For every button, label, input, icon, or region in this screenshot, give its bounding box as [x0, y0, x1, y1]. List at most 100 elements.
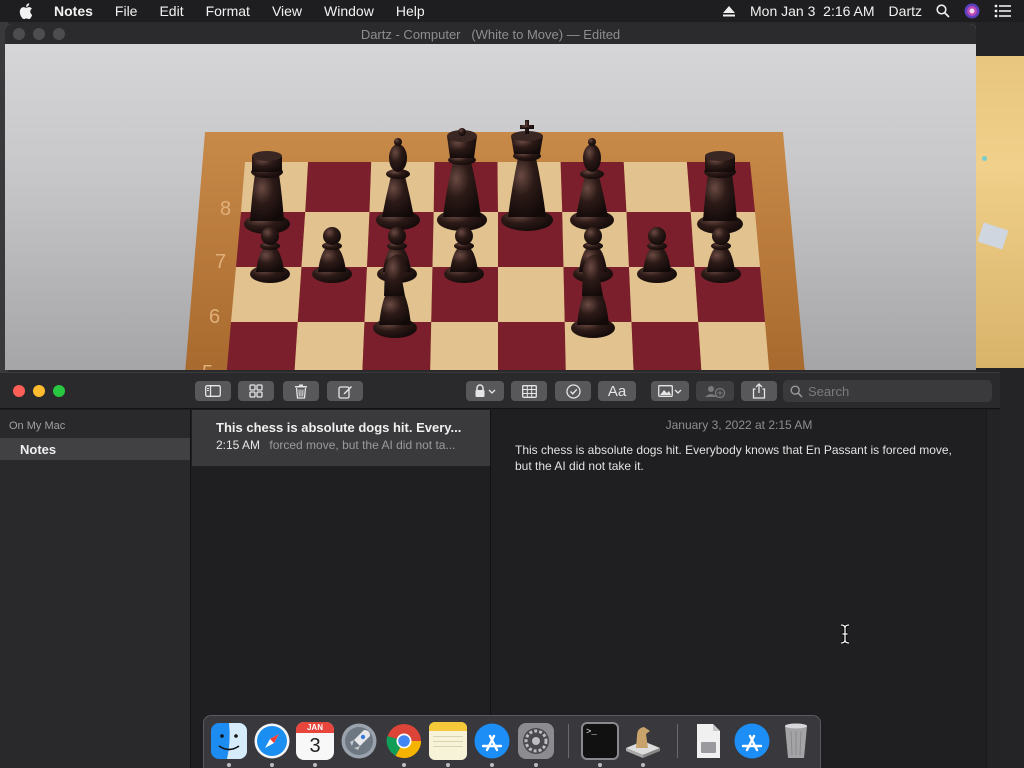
board-square [698, 322, 770, 370]
running-indicator [402, 763, 406, 767]
collaborate-button[interactable] [696, 381, 734, 401]
apple-menu-icon[interactable] [19, 3, 41, 19]
chess-window-title: Dartz - Computer (White to Move) — Edite… [360, 26, 621, 42]
note-date: January 3, 2022 at 2:15 AM [665, 418, 813, 432]
safari-icon[interactable] [253, 722, 291, 760]
sidebar-item-notes[interactable]: Notes [0, 438, 190, 460]
chess-app-icon[interactable] [624, 722, 662, 760]
editor-scrollbar[interactable] [986, 410, 1000, 768]
menu-window[interactable]: Window [313, 3, 385, 19]
sidebar-section-on-my-mac: On My Mac [9, 420, 66, 432]
running-indicator [270, 763, 274, 767]
media-button[interactable] [651, 381, 689, 401]
background-decoration [977, 222, 1009, 250]
board-square [498, 267, 565, 322]
minimize-button[interactable] [33, 385, 45, 397]
menu-app-notes[interactable]: Notes [54, 3, 104, 19]
app-store-icon[interactable] [473, 722, 511, 760]
background-decoration [982, 156, 987, 161]
table-icon [521, 384, 537, 398]
zoom-button[interactable] [53, 385, 65, 397]
compose-note-button[interactable] [327, 381, 363, 401]
lock-note-button[interactable] [466, 381, 504, 401]
share-icon [752, 383, 766, 399]
chess-window-titlebar[interactable]: Dartz - Computer (White to Move) — Edite… [5, 24, 976, 44]
format-text-button[interactable]: Aa [598, 381, 636, 401]
board-square [631, 322, 702, 370]
running-indicator [534, 763, 538, 767]
calendar-month: JAN [296, 722, 334, 733]
list-item[interactable]: This chess is absolute dogs hit. Every..… [192, 410, 490, 466]
eject-icon[interactable] [722, 5, 736, 17]
gallery-view-icon [249, 384, 263, 398]
chess-window[interactable]: Dartz - Computer (White to Move) — Edite… [5, 24, 976, 370]
running-indicator [313, 763, 317, 767]
rank-label-7: 7 [215, 251, 226, 273]
board-square [226, 322, 298, 370]
trash-bin-icon[interactable] [777, 722, 815, 760]
terminal-icon[interactable]: >_ [581, 722, 619, 760]
dock-separator [677, 724, 678, 758]
checklist-button[interactable] [555, 381, 591, 401]
notes-window[interactable]: Aa On My Mac Notes This chess is absolut… [0, 372, 1000, 768]
menu-file[interactable]: File [104, 3, 149, 19]
dock: JAN 3 >_ [203, 715, 821, 768]
siri-icon[interactable] [964, 3, 980, 19]
running-indicator [490, 763, 494, 767]
board-square [498, 322, 566, 370]
running-indicator [227, 763, 231, 767]
rank-label-6: 6 [209, 306, 220, 328]
app-store-download-icon[interactable] [733, 722, 771, 760]
menubar-user[interactable]: Dartz [889, 3, 922, 19]
running-indicator [446, 763, 450, 767]
share-button[interactable] [741, 381, 777, 401]
checklist-icon [565, 383, 581, 399]
document-icon[interactable] [689, 722, 727, 760]
search-input[interactable] [808, 383, 958, 399]
system-preferences-icon[interactable] [517, 722, 555, 760]
board-square [305, 162, 372, 212]
background-window-right-content [976, 56, 1024, 368]
menu-view[interactable]: View [261, 3, 313, 19]
menubar-datetime[interactable]: Mon Jan 3 2:16 AM [750, 3, 875, 19]
board-square [294, 322, 365, 370]
menu-edit[interactable]: Edit [148, 3, 194, 19]
note-body[interactable]: This chess is absolute dogs hit. Everybo… [515, 442, 956, 474]
launchpad-icon[interactable] [340, 722, 378, 760]
gallery-view-button[interactable] [238, 381, 274, 401]
terminal-prompt: >_ [586, 727, 597, 737]
rank-label-8: 8 [220, 198, 231, 220]
rank-label-5: 5 [202, 362, 213, 370]
notes-app-icon[interactable] [429, 722, 467, 760]
calendar-day: 3 [309, 735, 321, 757]
delete-note-button[interactable] [283, 381, 319, 401]
note-snippet: forced move, but the AI did not ta... [269, 438, 456, 452]
notification-center-icon[interactable] [994, 4, 1012, 18]
sidebar-toggle-button[interactable] [195, 381, 231, 401]
menu-help[interactable]: Help [385, 3, 436, 19]
chrome-icon[interactable] [385, 722, 423, 760]
finder-icon[interactable] [210, 722, 248, 760]
table-button[interactable] [511, 381, 547, 401]
spotlight-search-icon[interactable] [936, 4, 950, 18]
chess-board[interactable]: 8 7 6 5 [5, 44, 976, 370]
notes-toolbar: Aa [0, 373, 1000, 409]
close-button[interactable] [13, 385, 25, 397]
sidebar-toggle-icon [205, 385, 221, 397]
running-indicator [641, 763, 645, 767]
board-square [430, 322, 498, 370]
folders-sidebar: On My Mac Notes [0, 410, 191, 768]
search-field[interactable] [783, 380, 992, 402]
running-indicator [598, 763, 602, 767]
trash-icon [295, 384, 307, 399]
board-square [623, 162, 691, 212]
media-icon [658, 385, 682, 397]
menu-format[interactable]: Format [195, 3, 261, 19]
calendar-icon[interactable]: JAN 3 [296, 722, 334, 760]
board-squares [226, 162, 770, 370]
collaborate-icon [705, 386, 726, 398]
note-title: This chess is absolute dogs hit. Every..… [216, 420, 462, 435]
format-text-icon: Aa [607, 382, 627, 400]
menu-bar: Notes File Edit Format View Window Help … [0, 0, 1024, 22]
compose-icon [337, 385, 352, 399]
